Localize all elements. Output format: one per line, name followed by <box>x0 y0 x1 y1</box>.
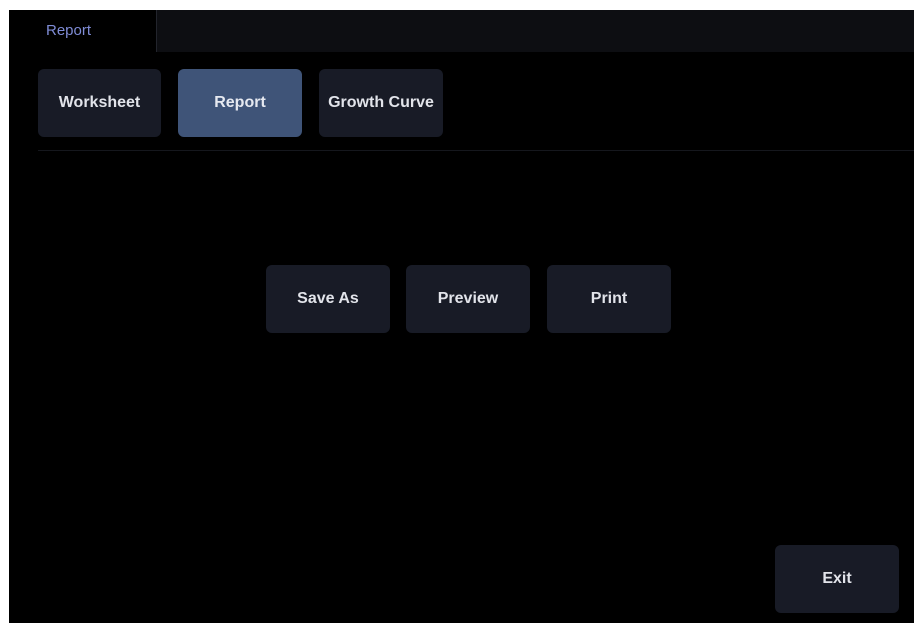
subtab-report-label: Report <box>214 94 266 111</box>
tab-bar: Report <box>9 10 914 52</box>
subtab-report[interactable]: Report <box>178 69 302 137</box>
print-button[interactable]: Print <box>547 265 671 333</box>
print-label: Print <box>590 290 628 307</box>
exit-button[interactable]: Exit <box>775 545 899 613</box>
subtab-growth-curve-label: Growth Curve <box>328 94 434 111</box>
save-as-button[interactable]: Save As <box>266 265 390 333</box>
preview-label: Preview <box>437 290 499 307</box>
subtab-growth-curve[interactable]: Growth Curve <box>319 69 443 137</box>
save-as-label: Save As <box>297 290 359 307</box>
subtab-divider <box>38 150 914 151</box>
subtab-worksheet-label: Worksheet <box>58 94 141 111</box>
tab-report[interactable]: Report <box>9 10 157 52</box>
exit-label: Exit <box>822 570 852 587</box>
preview-button[interactable]: Preview <box>406 265 530 333</box>
report-screen: Report Worksheet Report Growth Curve Sav… <box>9 10 914 623</box>
subtab-worksheet[interactable]: Worksheet <box>38 69 161 137</box>
